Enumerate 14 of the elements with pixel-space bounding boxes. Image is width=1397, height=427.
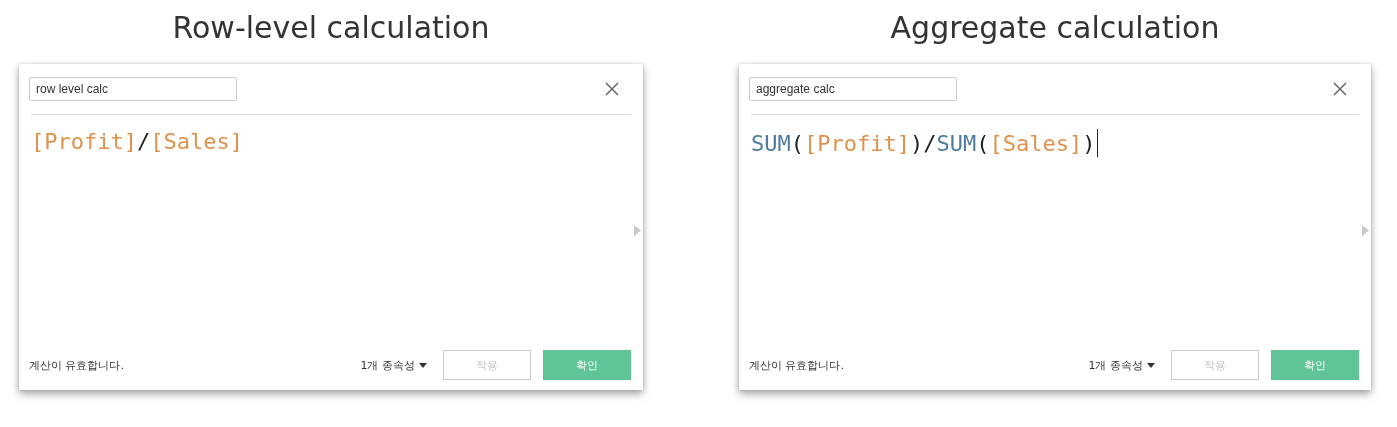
slide-heading: Row-level calculation xyxy=(171,9,491,47)
caret-icon xyxy=(419,362,427,368)
dependencies-dropdown[interactable]: 1개 종속성 xyxy=(360,357,427,373)
name-field[interactable]: aggregate calc xyxy=(749,77,957,101)
status-text: 계산이 유효합니다. xyxy=(749,357,845,373)
close-icon[interactable] xyxy=(1333,82,1347,96)
caret-icon xyxy=(1147,362,1155,368)
name-field[interactable]: row level calc xyxy=(29,77,237,101)
dependencies-dropdown[interactable]: 1개 종속성 xyxy=(1088,357,1155,373)
formula-text[interactable]: [Profit]/[Sales] xyxy=(31,129,243,154)
slide-heading: Aggregate calculation xyxy=(889,9,1221,47)
close-icon[interactable] xyxy=(605,82,619,96)
status-text: 계산이 유효합니다. xyxy=(29,357,125,373)
formula-text[interactable]: SUM([Profit])/SUM([Sales]) xyxy=(751,129,1099,157)
